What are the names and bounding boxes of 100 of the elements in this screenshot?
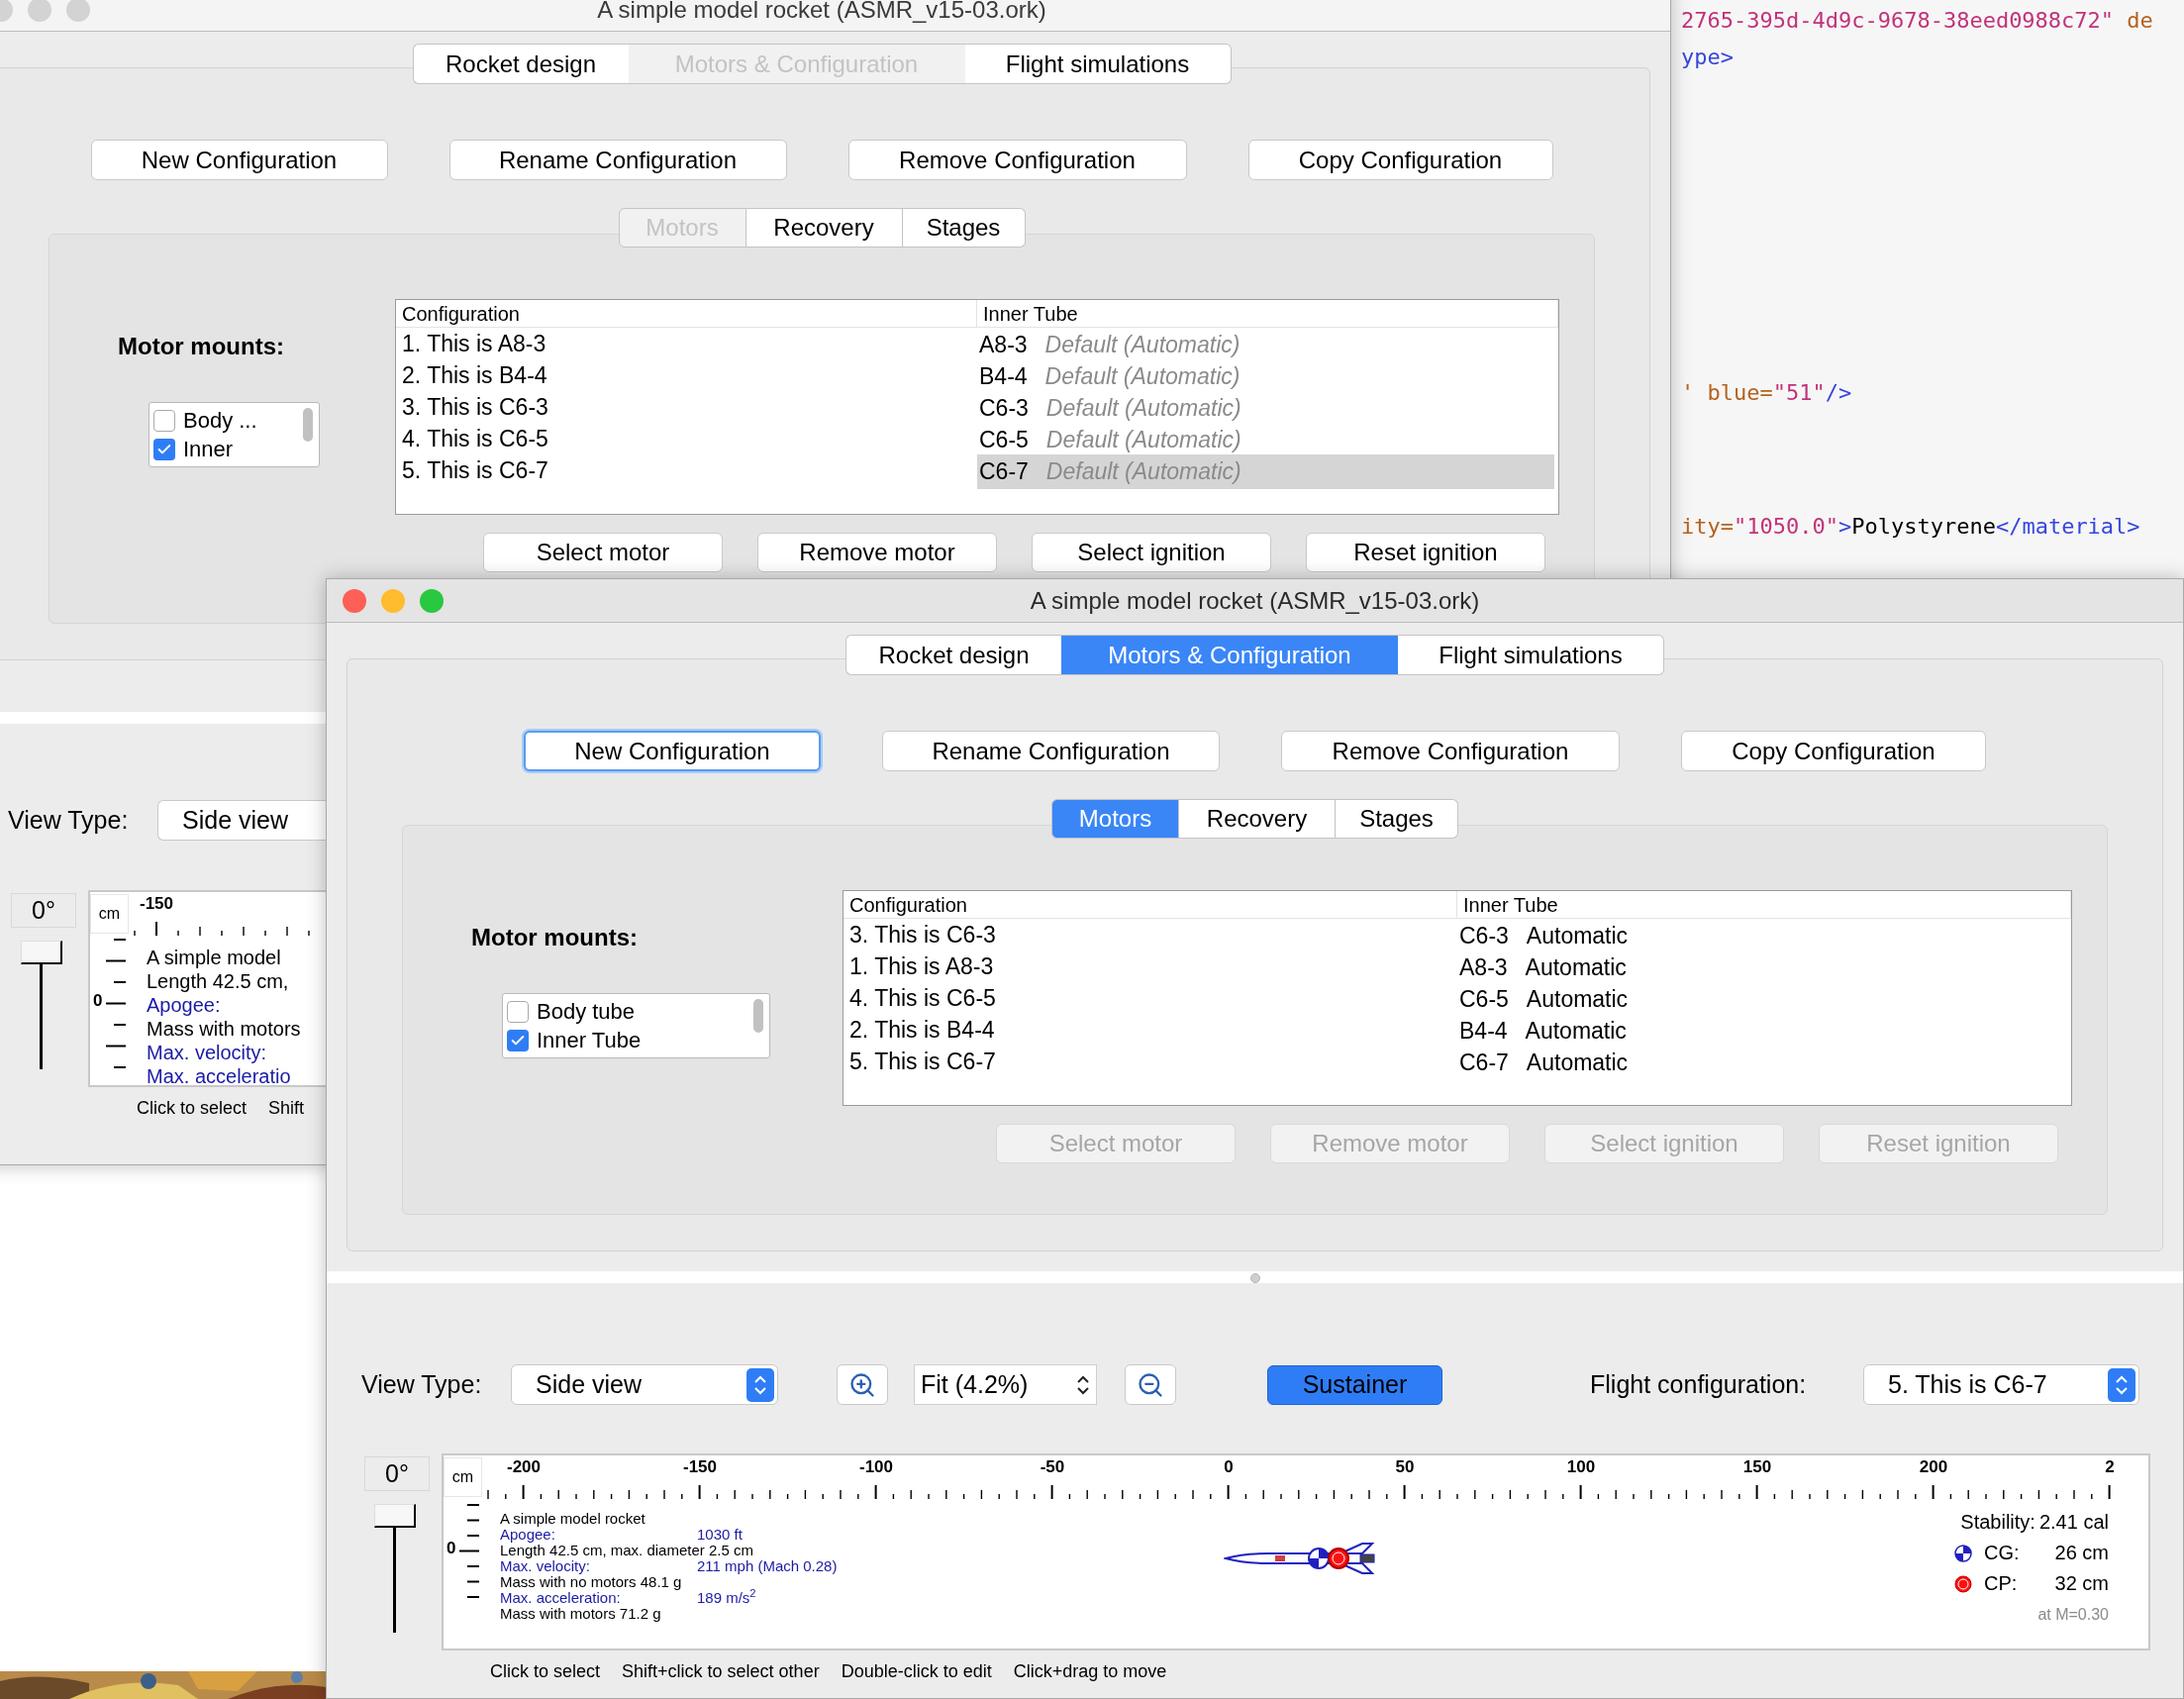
tab[interactable]: Stages [1336,799,1458,839]
ruler-label: -150 [140,894,173,914]
motor-cell[interactable]: C6-3 Default (Automatic) [977,391,1554,426]
minimize-button[interactable] [28,0,51,22]
motor-cell[interactable]: B4-4 Automatic [1457,1014,2067,1049]
rocket-info: Length 42.5 cm, [147,969,290,993]
config-button[interactable]: New Configuration [524,731,821,771]
code-line: 2765-395d-4d9c-9678-38eed0988c72" de [1681,8,2154,34]
config-button[interactable]: Rename Configuration [882,731,1220,771]
rocket-canvas[interactable]: cm -150 0 A simple model Length 42.5 cm, Apogee: Mass with motors Max. velocity: Max. acceleratio [88,890,326,1087]
config-button[interactable]: Remove Configuration [1281,731,1620,771]
scroll-thumb[interactable] [303,408,313,442]
tab[interactable]: Flight simulations [964,44,1232,84]
motor-cell[interactable]: C6-5 Default (Automatic) [977,423,1554,457]
ruler-label: 2 [2105,1457,2115,1477]
column-header[interactable]: Inner Tube [977,300,1558,328]
stat-label: Apogee: [147,993,222,1017]
config-button[interactable]: Remove Configuration [847,140,1187,180]
motor-cell[interactable]: A8-3 Default (Automatic) [977,328,1554,362]
checkbox[interactable] [507,1000,529,1023]
dropdown[interactable]: Side view [511,1364,778,1405]
config-button[interactable]: Copy Configuration [1681,731,1986,771]
checkbox[interactable] [507,1029,529,1051]
motor-button[interactable]: Select motor [483,533,723,572]
motor-button[interactable]: Reset ignition [1306,533,1545,572]
stat-label: Max. acceleratio [147,1064,292,1085]
status-hint: Shift [268,1097,305,1119]
stat-label: Max. acceleration: [500,1590,622,1606]
tab[interactable]: Motors & Configuration [1061,635,1398,675]
ruler-label: 150 [1742,1457,1772,1477]
zoom-button[interactable] [66,0,90,22]
ignition-setting: Default (Automatic) [1045,457,1241,486]
config-button[interactable]: Copy Configuration [1247,140,1553,180]
table-cell-text: 2. This is B4-4 [401,361,548,390]
dropdown[interactable]: Side view [157,800,326,841]
checkbox[interactable] [153,409,175,432]
rocket-canvas[interactable] [442,1453,2150,1650]
zoom-out-button[interactable] [1125,1364,1176,1405]
motor-cell[interactable]: A8-3 Automatic [1457,950,2067,985]
slider-thumb[interactable] [374,1504,416,1528]
ruler-label: -150 [683,1457,717,1477]
status-hint: Click+drag to move [1013,1660,1167,1682]
zoom-in-button[interactable] [837,1364,888,1405]
motor-mounts-label: Motor mounts: [471,923,639,952]
zoom-field[interactable]: Fit (4.2%) [914,1364,1097,1405]
status-hint: Click to select [137,1097,248,1119]
checkbox[interactable] [153,438,175,460]
minimize-button[interactable] [381,588,405,613]
divider-strip[interactable] [0,712,327,724]
code-line: ' blue="51"/> [1681,380,1853,406]
code-line: ype> [1681,45,1735,70]
config-button[interactable]: New Configuration [90,140,388,180]
stability-label: Stability: [1960,1510,2035,1535]
motor-button[interactable]: Remove motor [757,533,997,572]
column-header[interactable]: Configuration [396,300,977,328]
motor-cell[interactable]: C6-7 Automatic [1457,1046,2067,1080]
motor-cell[interactable]: C6-5 Automatic [1457,982,2067,1017]
angle-field[interactable]: 0° [364,1456,430,1491]
rotation-slider[interactable] [21,941,62,1071]
tab[interactable]: Rocket design [412,44,629,84]
tab[interactable]: Recovery [745,208,903,248]
tab[interactable]: Rocket design [845,635,1061,675]
stat-label: Max. velocity: [500,1558,591,1574]
up-down-icon [2115,1373,2129,1396]
stat-value: 189 m/s$^{2}$ [697,1590,756,1606]
config-button[interactable]: Rename Configuration [448,140,787,180]
motor-name: A8-3 [979,331,1028,359]
motor-button[interactable]: Select ignition [1032,533,1271,572]
table-cell-text: 3. This is C6-3 [848,921,997,949]
ruler-label: -200 [507,1457,541,1477]
cp-value: 32 cm [2053,1571,2109,1596]
motor-name: C6-3 [979,394,1029,423]
split-handle-icon[interactable] [1249,1273,1260,1283]
ruler-unit: cm [444,1457,482,1497]
column-header[interactable]: Configuration [844,891,1457,919]
motor-name: C6-7 [979,457,1029,486]
ignition-setting: Automatic [1525,953,1627,982]
angle-field[interactable]: 0° [11,893,76,928]
stat-value: 211 mph (Mach 0.28) [697,1558,838,1574]
tab[interactable]: Recovery [1179,799,1336,839]
close-button[interactable] [343,588,366,613]
tab[interactable]: Stages [902,208,1026,248]
motor-cell[interactable]: C6-3 Automatic [1457,919,2067,953]
dropdown[interactable]: 5. This is C6-7 [1863,1364,2139,1405]
ruler-label: 100 [1566,1457,1596,1477]
rocket-info: A simple model rocket [500,1511,646,1527]
tab[interactable]: Flight simulations [1398,635,1664,675]
tab[interactable]: Motors [1051,799,1179,839]
motor-name: C6-5 [979,426,1029,454]
scroll-thumb[interactable] [753,999,763,1033]
stage-button[interactable]: Sustainer [1267,1364,1442,1405]
status-hint: Shift+click to select other [622,1660,820,1682]
column-header[interactable]: Inner Tube [1457,891,2071,919]
slider-thumb[interactable] [21,941,62,964]
rocket-info: Mass with motors [147,1017,302,1041]
motor-cell[interactable]: C6-7 Default (Automatic) [977,454,1554,489]
motor-cell[interactable]: B4-4 Default (Automatic) [977,359,1554,394]
ignition-setting: Automatic [1526,922,1629,950]
rotation-slider[interactable] [374,1504,416,1635]
zoom-button[interactable] [420,588,444,613]
